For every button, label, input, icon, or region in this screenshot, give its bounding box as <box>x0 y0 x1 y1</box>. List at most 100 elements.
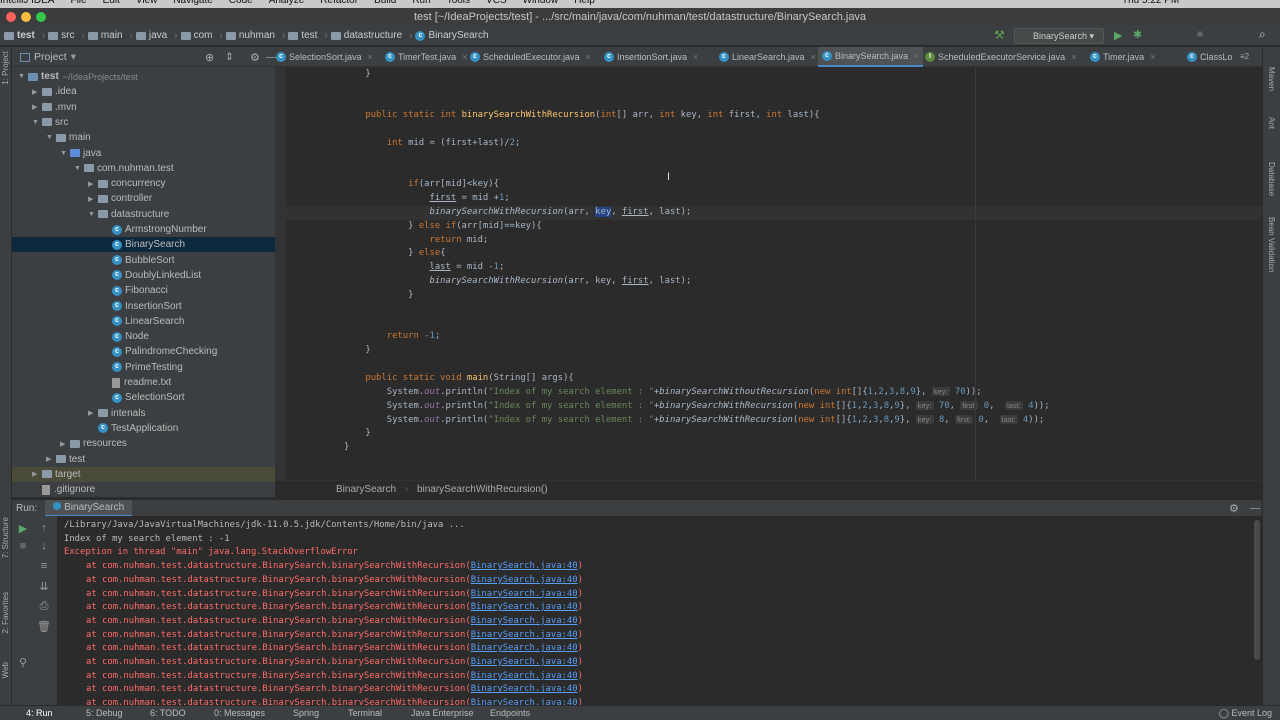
chevron-right-icon[interactable]: ▶ <box>32 103 42 111</box>
code-line[interactable]: if(arr[mid]<key){ <box>344 178 499 192</box>
tree-item-concurrency[interactable]: ▶ concurrency <box>12 176 275 191</box>
frame-source-link[interactable]: BinarySearch.java:40 <box>471 561 578 571</box>
menu-code[interactable]: Code <box>229 0 253 6</box>
scroll-to-end-icon[interactable]: ⇊ <box>36 580 52 593</box>
tree-item-armstrongnumber[interactable]: c ArmstrongNumber <box>12 222 275 237</box>
collapse-icon[interactable]: ⇕ <box>225 51 234 63</box>
frame-source-link[interactable]: BinarySearch.java:40 <box>471 589 578 599</box>
code-line[interactable]: first = mid +1; <box>344 192 510 206</box>
debug-icon[interactable]: ✱ <box>1133 28 1142 41</box>
tool-5-debug[interactable]: 5: Debug <box>86 708 123 718</box>
editor-crumb-class[interactable]: BinarySearch <box>336 484 396 495</box>
frame-source-link[interactable]: BinarySearch.java:40 <box>471 616 578 626</box>
tree-item-linearsearch[interactable]: c LinearSearch <box>12 314 275 329</box>
breadcrumb-com[interactable]: com <box>180 30 212 41</box>
tree-item-com-nuhman-test[interactable]: ▼ com.nuhman.test <box>12 161 275 176</box>
menu-vcs[interactable]: VCS <box>486 0 507 6</box>
pin-icon[interactable]: ⚲ <box>15 656 31 669</box>
tab-close-icon[interactable]: × <box>914 51 919 61</box>
tab-close-icon[interactable]: × <box>368 52 373 62</box>
code-line[interactable]: } <box>344 441 349 455</box>
menu-refactor[interactable]: Refactor <box>320 0 358 6</box>
breadcrumb-test[interactable]: test <box>4 30 35 41</box>
tree-item-gitignore[interactable]: .gitignore <box>12 482 275 497</box>
chevron-down-icon[interactable]: ▼ <box>46 134 56 141</box>
code-line[interactable]: System.out.println("Index of my search e… <box>344 413 1044 427</box>
frame-source-link[interactable]: BinarySearch.java:40 <box>471 657 578 667</box>
search-everywhere-icon[interactable]: ⌕ <box>1259 27 1266 42</box>
print-icon[interactable]: ⎙ <box>36 600 52 613</box>
tree-item-java[interactable]: ▼ java <box>12 146 275 161</box>
code-line[interactable]: public static void main(String[] args){ <box>344 372 573 386</box>
run-configuration-select[interactable]: BinarySearch ▾ <box>1014 28 1104 44</box>
tab-close-icon[interactable]: × <box>811 52 816 62</box>
right-tool-ant[interactable]: Ant <box>1267 117 1276 129</box>
tree-item-testapplication[interactable]: c TestApplication <box>12 421 275 436</box>
frame-source-link[interactable]: BinarySearch.java:40 <box>471 575 578 585</box>
code-line[interactable]: last = mid -1; <box>344 261 505 275</box>
run-tab-binarysearch[interactable]: BinarySearch <box>45 499 133 517</box>
code-line[interactable]: binarySearchWithRecursion(arr, key, firs… <box>344 275 692 289</box>
scroll-up-icon[interactable]: ↑ <box>36 522 52 534</box>
tab-linearsearch-java[interactable]: c LinearSearch.java × <box>715 47 820 67</box>
code-line[interactable]: } <box>344 427 370 441</box>
chevron-down-icon[interactable]: ▼ <box>88 211 98 218</box>
run-hide-icon[interactable]: — <box>1250 503 1260 514</box>
breadcrumb-binarysearch[interactable]: c BinarySearch <box>415 30 489 41</box>
run-settings-gear-icon[interactable]: ⚙ <box>1229 502 1239 515</box>
tool-spring[interactable]: Spring <box>293 708 319 718</box>
tab-selectionsort-java[interactable]: c SelectionSort.java × <box>272 47 377 67</box>
tabs-overflow[interactable]: ≡2 <box>1240 52 1249 61</box>
event-log-button[interactable]: ◯ Event Log <box>1219 708 1272 719</box>
trash-icon[interactable]: 🗑 <box>36 620 52 633</box>
tab-scheduledexecutor-java[interactable]: c ScheduledExecutor.java × <box>466 47 595 67</box>
frame-source-link[interactable]: BinarySearch.java:40 <box>471 630 578 640</box>
console-scrollbar[interactable] <box>1254 520 1260 660</box>
tool-0-messages[interactable]: 0: Messages <box>214 708 265 718</box>
code-line[interactable]: System.out.println("Index of my search e… <box>344 385 982 399</box>
tree-item-controller[interactable]: ▶ controller <box>12 191 275 206</box>
tree-item-test[interactable]: ▶ test <box>12 452 275 467</box>
chevron-right-icon[interactable]: ▶ <box>32 88 42 96</box>
tree-item-node[interactable]: c Node <box>12 329 275 344</box>
breadcrumb-datastructure[interactable]: datastructure <box>330 30 402 41</box>
frame-source-link[interactable]: BinarySearch.java:40 <box>471 602 578 612</box>
scroll-down-icon[interactable]: ↓ <box>36 540 52 552</box>
breadcrumb-nuhman[interactable]: nuhman <box>225 30 275 41</box>
code-line[interactable]: } else if(arr[mid]==key){ <box>344 220 542 234</box>
build-hammer-icon[interactable]: ⚒ <box>994 28 1005 42</box>
tree-item-mvn[interactable]: ▶ .mvn <box>12 100 275 115</box>
tree-item-main[interactable]: ▼ main <box>12 130 275 145</box>
tree-item-binarysearch[interactable]: c BinarySearch <box>12 237 275 253</box>
tree-item-bubblesort[interactable]: c BubbleSort <box>12 253 275 268</box>
tree-item-src[interactable]: ▼ src <box>12 115 275 130</box>
frame-source-link[interactable]: BinarySearch.java:40 <box>471 684 578 694</box>
rerun-icon[interactable]: ▶ <box>15 522 31 535</box>
tree-item-test[interactable]: ▼ test ~/IdeaProjects/test <box>12 69 275 84</box>
menu-analyze[interactable]: Analyze <box>269 0 305 6</box>
project-panel-header[interactable]: Project ▾ ⊕ ⇕ ⚙ — <box>12 47 287 67</box>
chevron-right-icon[interactable]: ▶ <box>88 409 98 417</box>
code-line[interactable]: } <box>344 68 370 82</box>
console-output[interactable]: /Library/Java/JavaVirtualMachines/jdk-11… <box>58 516 1262 705</box>
frame-source-link[interactable]: BinarySearch.java:40 <box>471 671 578 681</box>
menu-run[interactable]: Run <box>412 0 430 6</box>
tree-item-resources[interactable]: ▶ resources <box>12 436 275 451</box>
left-tool-7-structure[interactable]: 7: Structure <box>1 517 10 558</box>
code-line[interactable]: System.out.println("Index of my search e… <box>344 399 1050 413</box>
code-line[interactable]: return mid; <box>344 234 489 248</box>
tab-timer-java[interactable]: c Timer.java × <box>1086 47 1159 67</box>
stop-run-icon[interactable]: ■ <box>15 540 31 552</box>
zoom-window-button[interactable] <box>36 12 46 22</box>
tree-item-target[interactable]: ▶ target <box>12 466 275 482</box>
menu-build[interactable]: Build <box>374 0 396 6</box>
tree-item-fibonacci[interactable]: c Fibonacci <box>12 283 275 298</box>
tool-6-todo[interactable]: 6: TODO <box>150 708 186 718</box>
chevron-right-icon[interactable]: ▶ <box>88 195 98 203</box>
code-line[interactable]: } else{ <box>344 247 445 261</box>
breadcrumb-test[interactable]: test <box>288 30 317 41</box>
right-tool-database[interactable]: Database <box>1267 162 1276 196</box>
tree-item-selectionsort[interactable]: c SelectionSort <box>12 390 275 405</box>
tab-close-icon[interactable]: × <box>586 52 591 62</box>
menu-help[interactable]: Help <box>574 0 595 6</box>
